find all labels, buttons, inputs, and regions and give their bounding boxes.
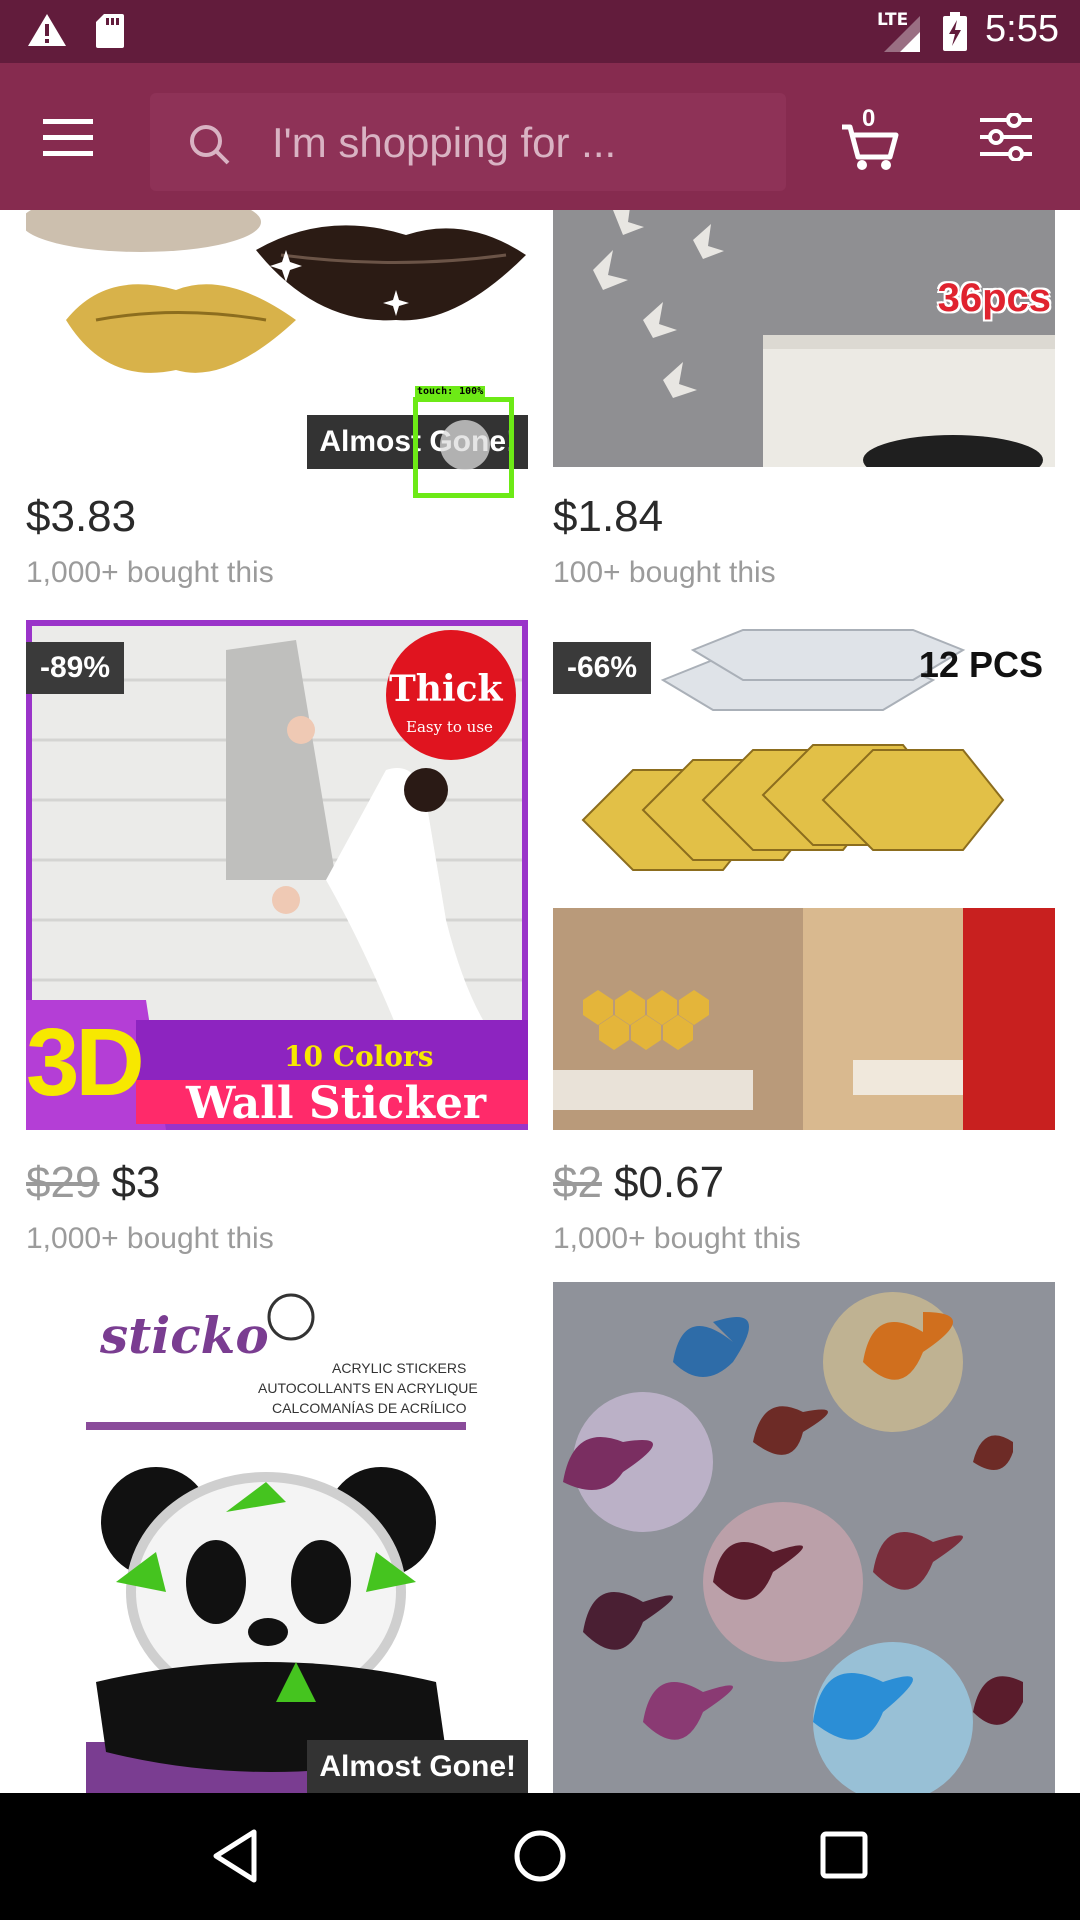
search-icon	[188, 123, 232, 171]
back-triangle-icon	[213, 1829, 257, 1883]
bought-count: 100+ bought this	[553, 556, 776, 589]
discount-badge: -66%	[553, 642, 652, 694]
product-image[interactable]: sticko ACRYLIC STICKERS AUTOCOLLANTS EN …	[26, 1282, 528, 1793]
network-type: LTE	[877, 10, 909, 30]
stock-badge: Almost Gone!	[307, 1740, 528, 1794]
filter-button[interactable]	[978, 112, 1034, 162]
package-text-2: AUTOCOLLANTS EN ACRYLIQUE	[258, 1380, 478, 1396]
menu-button[interactable]	[40, 115, 96, 159]
current-price: $3.83	[26, 492, 137, 541]
navigation-bar	[0, 1793, 1080, 1920]
recent-square-icon	[820, 1831, 868, 1879]
product-image[interactable]	[553, 1282, 1055, 1793]
original-price: $2	[553, 1158, 602, 1207]
product-image[interactable]: 36pcs	[553, 210, 1055, 467]
image-caption-colors: 10 Colors	[284, 1040, 434, 1073]
touch-point	[440, 420, 490, 470]
package-text-1: ACRYLIC STICKERS	[332, 1360, 467, 1376]
image-caption-sticker: Wall Sticker	[186, 1078, 487, 1129]
recent-apps-button[interactable]	[820, 1831, 868, 1883]
status-bar: LTE 5:55	[0, 0, 1080, 63]
sd-card-icon	[94, 12, 126, 54]
app-header: I'm shopping for ... 0	[0, 63, 1080, 210]
brand-logo: sticko	[100, 1306, 269, 1365]
cart-count-badge: 0	[862, 105, 876, 132]
product-price: $2 $0.67	[553, 1158, 724, 1208]
current-price: $1.84	[553, 492, 664, 541]
original-price: $29	[26, 1158, 100, 1207]
sliders-icon	[980, 112, 1032, 162]
image-caption-thick: Thick	[389, 668, 503, 710]
home-button[interactable]	[512, 1828, 568, 1888]
hamburger-icon	[43, 119, 93, 156]
product-price: $3.83	[26, 492, 136, 542]
product-image[interactable]: Thick Easy to use 3D 10 Colors Wall Stic…	[26, 620, 528, 1130]
back-button[interactable]	[210, 1828, 260, 1888]
current-price: $3	[111, 1158, 161, 1207]
bought-count: 1,000+ bought this	[553, 1222, 801, 1255]
product-price: $1.84	[553, 492, 663, 542]
touch-indicator-label: touch: 100%	[415, 386, 486, 397]
product-image[interactable]: 12 PCS	[553, 620, 1055, 1130]
clock: 5:55	[985, 8, 1059, 50]
bought-count: 1,000+ bought this	[26, 1222, 274, 1255]
current-price: $0.67	[613, 1158, 725, 1207]
image-caption-3d: 3D	[26, 1009, 145, 1116]
home-circle-icon	[514, 1830, 566, 1882]
package-text-3: CALCOMANÍAS DE ACRÍLICO	[272, 1400, 467, 1416]
battery-charging-icon	[942, 12, 968, 56]
image-caption: 12 PCS	[918, 644, 1043, 685]
search-input[interactable]: I'm shopping for ...	[150, 93, 786, 191]
bought-count: 1,000+ bought this	[26, 556, 274, 589]
product-price: $29 $3	[26, 1158, 160, 1208]
warning-icon	[26, 12, 68, 52]
image-caption: 36pcs	[937, 276, 1051, 320]
search-placeholder: I'm shopping for ...	[272, 119, 617, 166]
image-caption-easy: Easy to use	[406, 718, 493, 736]
discount-badge: -89%	[26, 642, 125, 694]
